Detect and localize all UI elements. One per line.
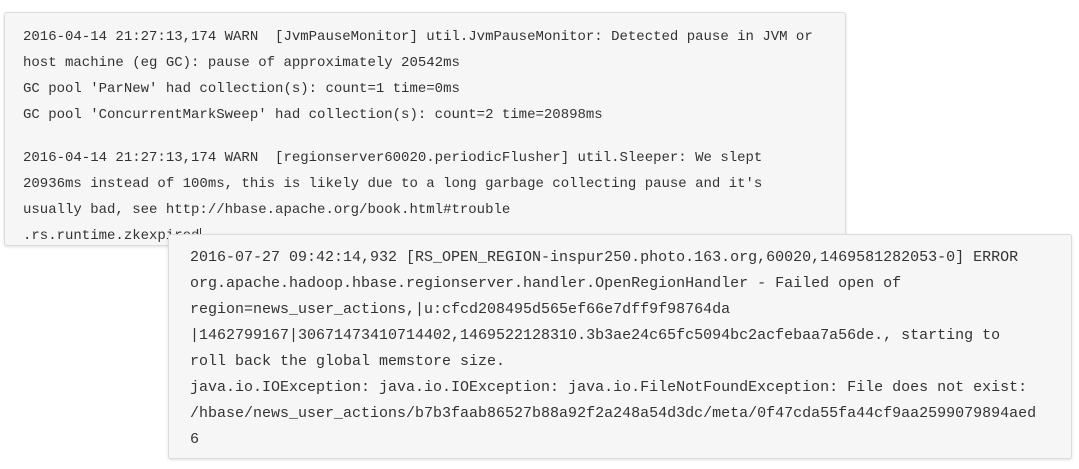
log-line: /hbase/news_user_actions/b7b3faab86527b8…	[190, 405, 1037, 422]
log-line: 20936ms instead of 100ms, this is likely…	[23, 176, 763, 192]
log-line: usually bad, see http://hbase.apache.org…	[23, 202, 511, 218]
log-line: GC pool 'ParNew' had collection(s): coun…	[23, 81, 460, 97]
log-line: 2016-04-14 21:27:13,174 WARN [JvmPauseMo…	[23, 29, 813, 45]
log-line: 2016-04-14 21:27:13,174 WARN [regionserv…	[23, 150, 763, 166]
log-line: 2016-07-27 09:42:14,932 [RS_OPEN_REGION-…	[190, 249, 1019, 266]
log-line: region=news_user_actions,|u:cfcd208495d5…	[190, 301, 731, 318]
log-line: GC pool 'ConcurrentMarkSweep' had collec…	[23, 107, 603, 123]
log-line: |1462799167|30671473410714402,1469522128…	[190, 327, 1001, 344]
log-line: host machine (eg GC): pause of approxima…	[23, 55, 460, 71]
log-block-region-error: 2016-07-27 09:42:14,932 [RS_OPEN_REGION-…	[168, 234, 1072, 459]
log-line: org.apache.hadoop.hbase.regionserver.han…	[190, 275, 902, 292]
log-line: roll back the global memstore size.	[190, 353, 506, 370]
log-line: java.io.IOException: java.io.IOException…	[190, 379, 1028, 396]
log-block-jvm-pause: 2016-04-14 21:27:13,174 WARN [JvmPauseMo…	[4, 12, 846, 246]
log-line: 6	[190, 431, 200, 448]
